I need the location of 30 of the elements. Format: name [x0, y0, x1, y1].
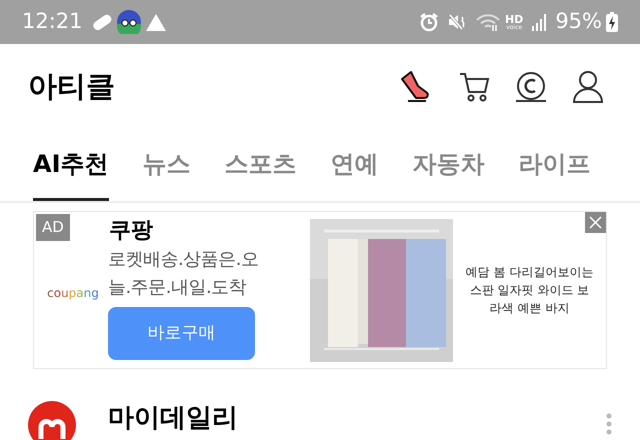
close-icon[interactable]: [585, 212, 606, 233]
buy-now-button[interactable]: 바로구매: [108, 307, 255, 360]
advertiser-name: 쿠팡: [109, 217, 154, 245]
ad-description: 로켓배송.상품은.오늘.주문.내일.도착: [108, 248, 260, 300]
warning-triangle-icon: [144, 12, 167, 32]
category-tab[interactable]: 라이프: [518, 130, 591, 201]
user-icon[interactable]: [572, 70, 604, 104]
category-tab[interactable]: AI추천: [33, 130, 109, 201]
ad-badge: AD: [36, 214, 70, 240]
status-time: 12:21: [22, 8, 83, 36]
wifi-icon: [474, 12, 501, 32]
signal-icon: [531, 13, 548, 31]
category-tab[interactable]: 연예: [330, 130, 379, 201]
app-avatar-icon: [116, 10, 141, 34]
battery-charging-icon: [606, 12, 618, 32]
copyright-coin-icon[interactable]: [514, 70, 548, 104]
hd-label: HD: [504, 14, 524, 24]
coupang-logo: coupang: [46, 285, 100, 302]
alarm-icon: [418, 12, 439, 32]
publisher-logo: [28, 401, 76, 440]
mute-icon: [446, 12, 467, 32]
battery-percent: 95%: [555, 8, 602, 36]
category-tab[interactable]: 자동차: [412, 130, 485, 201]
product-caption: 예담 봄 다리길어보이는 스판 일자핏 와이드 보라색 예쁜 바지: [464, 264, 594, 317]
ad-card[interactable]: AD coupang 쿠팡 로켓배송.상품은.오늘.주문.내일.도착 바로구매 예담 봄 다리길어보이는 스판 일자핏 와이드 보라색 예쁜 바지: [33, 211, 607, 369]
publisher-name: 마이데일리: [108, 402, 238, 435]
page-title: 아티클: [28, 68, 115, 106]
cart-icon[interactable]: [458, 70, 492, 104]
category-tab[interactable]: 스포츠: [224, 130, 297, 201]
category-tab[interactable]: 뉴스: [142, 130, 191, 201]
